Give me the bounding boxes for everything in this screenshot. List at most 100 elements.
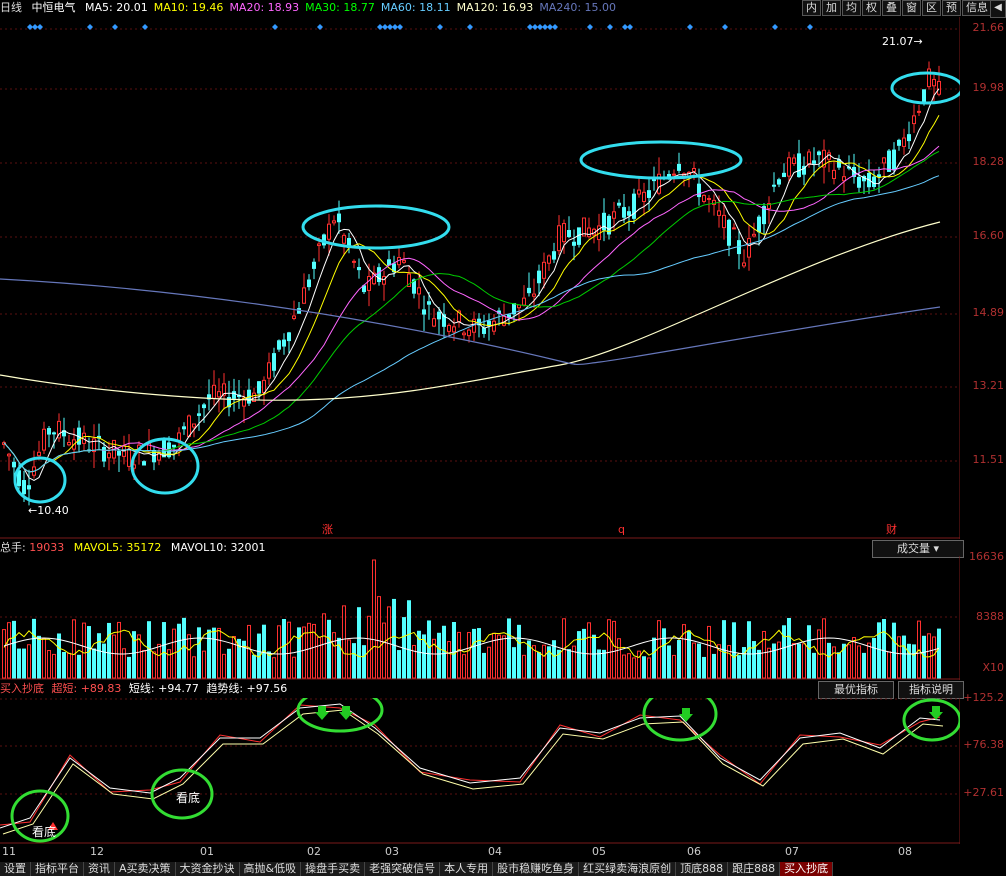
candle-body [892, 149, 896, 171]
volume-bar [737, 655, 741, 679]
bottom-tab[interactable]: A买卖决策 [115, 862, 176, 876]
price-tick: 13.21 [972, 379, 1005, 392]
candle-body [277, 340, 281, 350]
signal-diamond [142, 24, 148, 30]
ma-legend-item: MA120: 16.93 [456, 1, 534, 14]
volume-bar [882, 619, 886, 679]
scroll-up-icon[interactable]: ◀ [990, 0, 1006, 18]
volume-bar [847, 644, 851, 679]
volume-bar [382, 622, 386, 679]
volume-bar [17, 648, 21, 679]
sell-arrow-icon [929, 706, 943, 720]
volume-tick: 8388 [976, 610, 1004, 623]
bottom-tab[interactable]: 资讯 [84, 862, 115, 876]
volume-bar [77, 654, 81, 679]
toolbar-button[interactable]: 加 [822, 0, 841, 16]
toolbar-button[interactable]: 区 [922, 0, 941, 16]
volume-bar [787, 617, 791, 679]
volume-bar [12, 620, 16, 679]
volume-bar [447, 641, 451, 679]
bottom-tab[interactable]: 高抛&低吸 [239, 862, 302, 876]
candle-body [722, 214, 726, 229]
volume-bar [297, 627, 301, 679]
bottom-tab[interactable]: 股市稳赚吃鱼身 [493, 862, 580, 876]
candle-body [782, 172, 786, 178]
volume-value: 19033 [29, 541, 65, 554]
volume-bar [932, 636, 936, 679]
chevron-down-icon: ▾ [933, 542, 940, 555]
candle-body [517, 304, 521, 309]
volume-bar [377, 596, 381, 679]
candle-body [622, 207, 626, 218]
volume-bar [857, 645, 861, 679]
toolbar-button[interactable]: 内 [802, 0, 821, 16]
bottom-tab[interactable]: 买入抄底 [780, 862, 834, 876]
volume-bar [187, 634, 191, 679]
ma60-line [3, 175, 940, 473]
volume-bar [617, 638, 621, 679]
volume-bar [487, 646, 491, 679]
candle-body [332, 220, 336, 224]
volume-bar [687, 630, 691, 679]
volume-bar [217, 627, 221, 679]
volume-bar [227, 648, 231, 679]
candle-body [317, 243, 321, 247]
toolbar-button[interactable]: 叠 [882, 0, 901, 16]
ma-legend: 日线 中恒电气 MA5: 20.01 MA10: 19.46 MA20: 18.93… [0, 0, 628, 16]
candle-body [52, 432, 56, 435]
x-tick: 06 [687, 845, 701, 858]
candle-body [67, 442, 71, 446]
trend-line [2, 709, 944, 835]
volume-bar [332, 632, 336, 679]
volume-bar [277, 625, 281, 679]
toolbar-button[interactable]: 窗 [902, 0, 921, 16]
indicator-help-button[interactable]: 指标说明 [898, 681, 964, 699]
bottom-tab[interactable]: 指标平台 [31, 862, 84, 876]
signal-diamond [467, 24, 473, 30]
bottom-tab[interactable]: 设置 [0, 862, 31, 876]
bottom-tab[interactable]: 操盘手买卖 [301, 862, 366, 876]
indicator-short: 短线: +94.77 [128, 682, 199, 695]
bottom-tab[interactable]: 顶底888 [676, 862, 729, 876]
super-short-line [0, 704, 941, 826]
volume-bar [627, 653, 631, 679]
toolbar-button[interactable]: 均 [842, 0, 861, 16]
toolbar-button[interactable]: 权 [862, 0, 881, 16]
volume-bar [32, 618, 36, 679]
toolbar-button[interactable]: 预 [942, 0, 961, 16]
volume-bar [657, 620, 661, 679]
volume-bar [2, 629, 6, 679]
volume-bar [392, 598, 396, 679]
volume-bar [212, 627, 216, 679]
best-indicator-button[interactable]: 最优指标 [818, 681, 894, 699]
x-tick: 04 [488, 845, 502, 858]
volume-bar [462, 654, 466, 679]
volume-bar [27, 644, 31, 679]
volume-bar [927, 633, 931, 679]
mavol5: MAVOL5: 35172 [73, 541, 162, 554]
bottom-tab[interactable]: 大资金抄诀 [175, 862, 240, 876]
x-tick: 11 [2, 845, 16, 858]
bottom-tab[interactable]: 老强突破信号 [365, 862, 441, 876]
volume-bar [897, 636, 901, 679]
candle-body [437, 311, 441, 320]
volume-bar [612, 620, 616, 679]
candle-body [107, 452, 111, 459]
volume-bar [287, 621, 291, 679]
bottom-tab[interactable]: 本人专用 [440, 862, 494, 876]
candle-body [117, 450, 121, 456]
toolbar-button[interactable]: 信息 [962, 0, 992, 16]
candle-body [307, 279, 311, 288]
bottom-tab[interactable]: 跟庄888 [728, 862, 781, 876]
candle-body [27, 485, 31, 490]
candle-body [742, 262, 746, 267]
candle-body [567, 230, 571, 238]
kline-chart[interactable]: 21.07→ ←10.40 涨 q 财 [0, 17, 960, 539]
bottom-tab[interactable]: 红买绿卖海浪原创 [579, 862, 677, 876]
candle-body [42, 428, 46, 451]
volume-bar [907, 643, 911, 679]
volume-bar [712, 653, 716, 679]
indicator-mark-label: 看底 [176, 790, 200, 805]
candle-body [717, 210, 721, 216]
ma-legend-item: MA20: 18.93 [229, 1, 300, 14]
